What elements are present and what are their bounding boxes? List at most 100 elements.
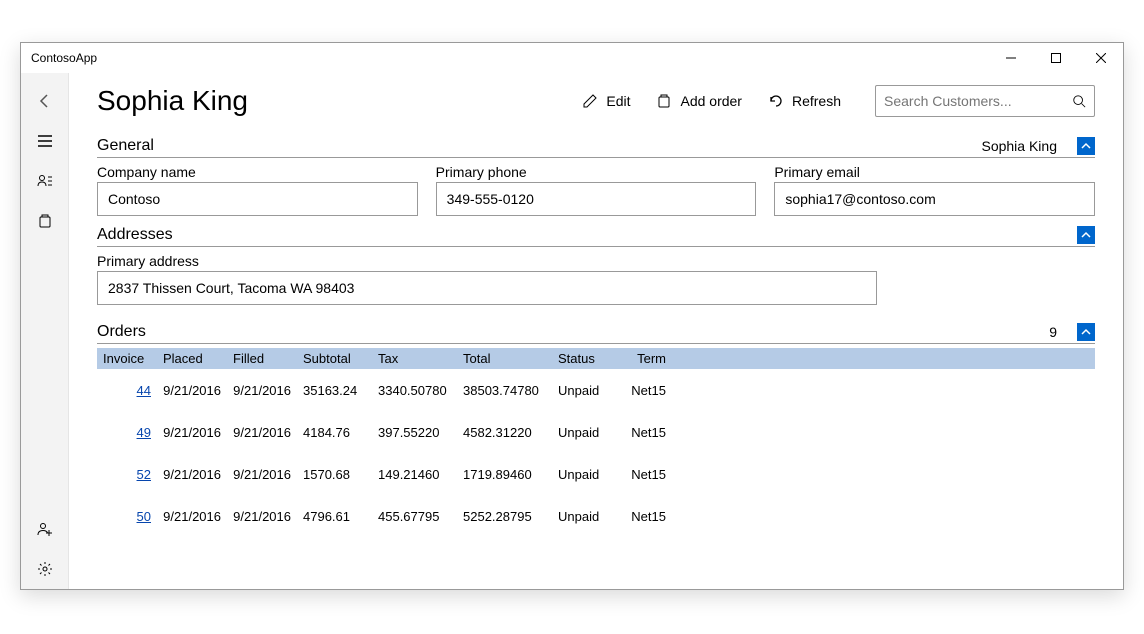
cell-tax: 455.67795 <box>372 506 457 527</box>
cell-filled: 9/21/2016 <box>227 422 297 443</box>
cell-placed: 9/21/2016 <box>157 380 227 401</box>
sidebar-orders[interactable] <box>21 201 69 241</box>
refresh-button[interactable]: Refresh <box>762 89 847 113</box>
primary-email-field[interactable] <box>774 182 1095 216</box>
sidebar-add-user[interactable] <box>21 509 69 549</box>
col-term[interactable]: Term <box>612 348 672 369</box>
cell-status: Unpaid <box>552 506 612 527</box>
cell-total: 4582.31220 <box>457 422 552 443</box>
cell-tax: 397.55220 <box>372 422 457 443</box>
cell-subtotal: 1570.68 <box>297 464 372 485</box>
people-icon <box>37 173 53 189</box>
section-general-right-label: Sophia King <box>981 138 1057 154</box>
orders-count: 9 <box>1049 324 1057 340</box>
add-order-button[interactable]: Add order <box>650 89 747 113</box>
search-input[interactable] <box>884 93 1072 109</box>
primary-phone-label: Primary phone <box>436 162 757 182</box>
section-general-collapse[interactable] <box>1077 137 1095 155</box>
cell-subtotal: 4796.61 <box>297 506 372 527</box>
section-general-header: General Sophia King <box>97 137 1095 158</box>
edit-label: Edit <box>606 93 630 109</box>
invoice-link[interactable]: 50 <box>137 509 151 524</box>
search-icon <box>1072 94 1086 108</box>
menu-icon <box>37 133 53 149</box>
section-orders-title: Orders <box>97 323 146 341</box>
cell-term: Net15 <box>612 464 672 485</box>
primary-address-label: Primary address <box>97 251 877 271</box>
pencil-icon <box>582 93 598 109</box>
cell-term: Net15 <box>612 506 672 527</box>
col-status[interactable]: Status <box>552 348 612 369</box>
cell-term: Net15 <box>612 380 672 401</box>
add-order-label: Add order <box>680 93 741 109</box>
cell-total: 1719.89460 <box>457 464 552 485</box>
close-icon <box>1096 53 1106 63</box>
table-row[interactable]: 529/21/20169/21/20161570.68149.214601719… <box>97 453 1095 495</box>
cell-tax: 149.21460 <box>372 464 457 485</box>
cell-filled: 9/21/2016 <box>227 506 297 527</box>
sidebar-customers[interactable] <box>21 161 69 201</box>
window-title: ContosoApp <box>31 51 97 65</box>
chevron-up-icon <box>1081 230 1091 240</box>
cell-filled: 9/21/2016 <box>227 380 297 401</box>
section-addresses-collapse[interactable] <box>1077 226 1095 244</box>
col-filled[interactable]: Filled <box>227 348 297 369</box>
cell-filled: 9/21/2016 <box>227 464 297 485</box>
section-orders-collapse[interactable] <box>1077 323 1095 341</box>
cell-placed: 9/21/2016 <box>157 422 227 443</box>
search-box[interactable] <box>875 85 1095 117</box>
col-subtotal[interactable]: Subtotal <box>297 348 372 369</box>
invoice-link[interactable]: 49 <box>137 425 151 440</box>
refresh-icon <box>768 93 784 109</box>
bag-icon <box>656 93 672 109</box>
table-row[interactable]: 509/21/20169/21/20164796.61455.677955252… <box>97 495 1095 537</box>
col-placed[interactable]: Placed <box>157 348 227 369</box>
refresh-label: Refresh <box>792 93 841 109</box>
sidebar-settings[interactable] <box>21 549 69 589</box>
minimize-button[interactable] <box>988 43 1033 73</box>
cell-total: 5252.28795 <box>457 506 552 527</box>
table-row[interactable]: 449/21/20169/21/201635163.243340.5078038… <box>97 369 1095 411</box>
cell-status: Unpaid <box>552 380 612 401</box>
maximize-icon <box>1051 53 1061 63</box>
page-title: Sophia King <box>97 85 248 117</box>
primary-phone-field[interactable] <box>436 182 757 216</box>
cell-term: Net15 <box>612 422 672 443</box>
sidebar-back[interactable] <box>21 81 69 121</box>
table-row[interactable]: 499/21/20169/21/20164184.76397.552204582… <box>97 411 1095 453</box>
company-name-field[interactable] <box>97 182 418 216</box>
close-button[interactable] <box>1078 43 1123 73</box>
chevron-up-icon <box>1081 327 1091 337</box>
cell-subtotal: 4184.76 <box>297 422 372 443</box>
cell-status: Unpaid <box>552 464 612 485</box>
app-window: ContosoApp <box>20 42 1124 590</box>
primary-address-field[interactable] <box>97 271 877 305</box>
purchase-icon <box>37 213 53 229</box>
col-total[interactable]: Total <box>457 348 552 369</box>
orders-table-body: 449/21/20169/21/201635163.243340.5078038… <box>97 369 1095 537</box>
cell-tax: 3340.50780 <box>372 380 457 401</box>
add-user-icon <box>37 521 53 537</box>
section-general-title: General <box>97 137 154 155</box>
invoice-link[interactable]: 52 <box>137 467 151 482</box>
col-tax[interactable]: Tax <box>372 348 457 369</box>
cell-placed: 9/21/2016 <box>157 464 227 485</box>
invoice-link[interactable]: 44 <box>137 383 151 398</box>
main-content: Sophia King Edit Add order Refresh <box>69 73 1123 589</box>
section-addresses-header: Addresses <box>97 226 1095 247</box>
company-name-label: Company name <box>97 162 418 182</box>
chevron-up-icon <box>1081 141 1091 151</box>
cell-total: 38503.74780 <box>457 380 552 401</box>
section-addresses-title: Addresses <box>97 226 173 244</box>
cell-placed: 9/21/2016 <box>157 506 227 527</box>
title-bar: ContosoApp <box>21 43 1123 73</box>
edit-button[interactable]: Edit <box>576 89 636 113</box>
cell-status: Unpaid <box>552 422 612 443</box>
maximize-button[interactable] <box>1033 43 1078 73</box>
col-invoice[interactable]: Invoice <box>97 348 157 369</box>
gear-icon <box>37 561 53 577</box>
sidebar-menu[interactable] <box>21 121 69 161</box>
section-orders-header: Orders 9 <box>97 323 1095 344</box>
cell-subtotal: 35163.24 <box>297 380 372 401</box>
minimize-icon <box>1006 53 1016 63</box>
